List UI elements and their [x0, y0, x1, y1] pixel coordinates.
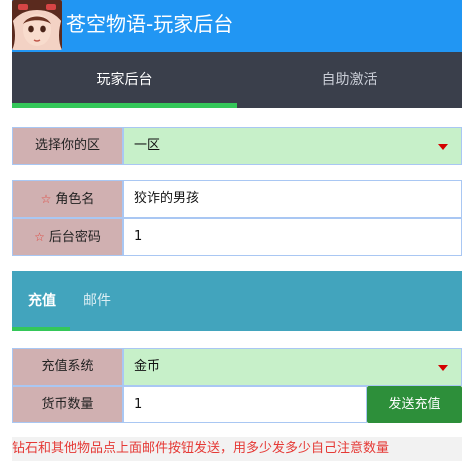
- currency-amount-label: 货币数量: [12, 386, 123, 423]
- app-title: 苍空物语-玩家后台: [66, 12, 234, 36]
- server-select-value: 一区: [134, 138, 161, 153]
- character-name-input[interactable]: 狡诈的男孩: [123, 180, 462, 218]
- notice-text: 钻石和其他物品点上面邮件按钮发送，用多少发多少自己注意数量: [12, 437, 462, 461]
- currency-amount-input[interactable]: 1: [123, 386, 367, 423]
- tab-mail[interactable]: 邮件: [83, 271, 111, 331]
- required-star-icon: ☆: [34, 230, 45, 244]
- game-avatar-icon: [12, 0, 62, 50]
- character-name-label-text: 角色名: [55, 192, 95, 207]
- recharge-system-value: 金币: [134, 359, 161, 374]
- admin-password-input[interactable]: 1: [123, 218, 462, 256]
- admin-password-label: ☆ 后台密码: [12, 218, 123, 256]
- tab-player-admin[interactable]: 玩家后台: [12, 52, 237, 108]
- sub-tab-bar: 充值 邮件: [12, 271, 462, 331]
- admin-password-label-text: 后台密码: [48, 230, 101, 245]
- main-tab-bar: 玩家后台 自助激活: [12, 52, 462, 108]
- tab-self-activate[interactable]: 自助激活: [237, 52, 462, 108]
- send-recharge-button[interactable]: 发送充值: [367, 386, 462, 423]
- tab-recharge[interactable]: 充值: [28, 271, 56, 331]
- active-tab-indicator: [12, 103, 237, 108]
- recharge-system-label: 充值系统: [12, 348, 123, 386]
- dropdown-caret-icon: [438, 365, 448, 371]
- character-name-label: ☆ 角色名: [12, 180, 123, 218]
- required-star-icon: ☆: [40, 192, 52, 206]
- server-select[interactable]: 一区: [123, 127, 462, 165]
- active-sub-tab-indicator: [12, 327, 70, 331]
- server-select-label: 选择你的区: [12, 127, 123, 165]
- dropdown-caret-icon: [438, 144, 448, 150]
- recharge-system-select[interactable]: 金币: [123, 348, 462, 386]
